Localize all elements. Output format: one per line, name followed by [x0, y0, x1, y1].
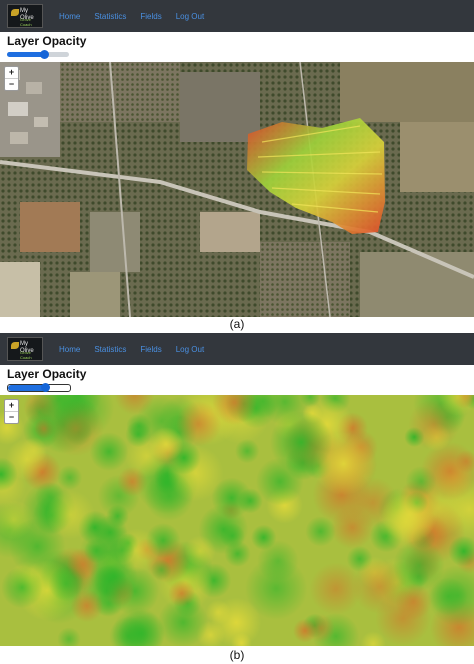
vegetation-blob — [148, 426, 184, 462]
satellite-map — [0, 62, 474, 317]
vegetation-blob — [393, 539, 445, 592]
vegetation-blob — [269, 411, 333, 474]
layer-opacity-control: Layer Opacity — [0, 32, 474, 62]
vegetation-blob — [235, 438, 260, 464]
vegetation-blob — [375, 590, 431, 646]
nav-home-link[interactable]: Home — [59, 12, 80, 21]
vegetation-blob — [309, 562, 363, 615]
zoom-out-button[interactable]: − — [5, 78, 18, 90]
logo-subtext: Grove Coach — [20, 17, 32, 27]
slider-fill — [8, 385, 46, 391]
logo[interactable]: My Olive Grove Coach — [7, 4, 43, 28]
slider-thumb[interactable] — [41, 383, 51, 392]
nav-logout-link[interactable]: Log Out — [176, 345, 204, 354]
vegetation-blob — [150, 559, 172, 581]
vegetation-blob — [244, 557, 308, 620]
nav-statistics-link[interactable]: Statistics — [94, 12, 126, 21]
vegetation-blob — [381, 486, 438, 543]
vegetation-blob — [205, 599, 231, 625]
vegetation-blob — [293, 618, 317, 643]
zoom-out-button[interactable]: − — [5, 411, 18, 423]
nav-fields-link[interactable]: Fields — [140, 345, 161, 354]
vegetation-blob — [108, 537, 135, 564]
logo[interactable]: My Olive Grove Coach — [7, 337, 43, 361]
nav-statistics-link[interactable]: Statistics — [94, 345, 126, 354]
navbar: My Olive Grove Coach Home Statistics Fie… — [0, 0, 474, 32]
vegetation-blob — [89, 432, 129, 472]
slider-thumb[interactable] — [40, 50, 50, 59]
vegetation-blob — [106, 504, 129, 528]
navbar: My Olive Grove Coach Home Statistics Fie… — [0, 333, 474, 365]
nav-home-link[interactable]: Home — [59, 345, 80, 354]
layer-opacity-slider[interactable] — [7, 50, 69, 59]
layer-opacity-title: Layer Opacity — [7, 367, 87, 381]
zoom-in-button[interactable]: + — [5, 67, 18, 78]
map-view[interactable]: + − — [0, 395, 474, 646]
caption-a: (a) — [229, 317, 245, 331]
zoom-in-button[interactable]: + — [5, 400, 18, 411]
panel-a: My Olive Grove Coach Home Statistics Fie… — [0, 0, 474, 317]
vegetation-blob — [20, 437, 48, 465]
panel-b: My Olive Grove Coach Home Statistics Fie… — [0, 333, 474, 646]
zoom-control: + − — [4, 399, 19, 424]
vegetation-blob — [46, 490, 95, 539]
vegetation-blob — [144, 471, 194, 521]
zoom-control: + − — [4, 66, 19, 91]
vegetation-blob — [125, 421, 152, 448]
vegetation-blob — [211, 477, 252, 519]
nav-fields-link[interactable]: Fields — [140, 12, 161, 21]
logo-subtext: Grove Coach — [20, 350, 32, 360]
vegetation-blob — [48, 566, 84, 602]
nav-logout-link[interactable]: Log Out — [176, 12, 204, 21]
layer-opacity-slider[interactable] — [7, 383, 71, 392]
vegetation-blob — [305, 516, 336, 547]
vegetation-blob — [168, 579, 196, 608]
vegetation-blob — [1, 566, 43, 609]
caption-b: (b) — [229, 648, 245, 662]
slider-fill — [7, 52, 45, 57]
layer-opacity-control: Layer Opacity — [0, 365, 474, 395]
vegetation-heatmap — [0, 395, 474, 646]
vegetation-blob — [83, 538, 110, 564]
olive-leaf-icon — [11, 342, 19, 349]
map-view[interactable]: + − — [0, 62, 474, 317]
layer-opacity-title: Layer Opacity — [7, 34, 87, 48]
vegetation-blob — [184, 535, 216, 567]
olive-leaf-icon — [11, 9, 19, 16]
